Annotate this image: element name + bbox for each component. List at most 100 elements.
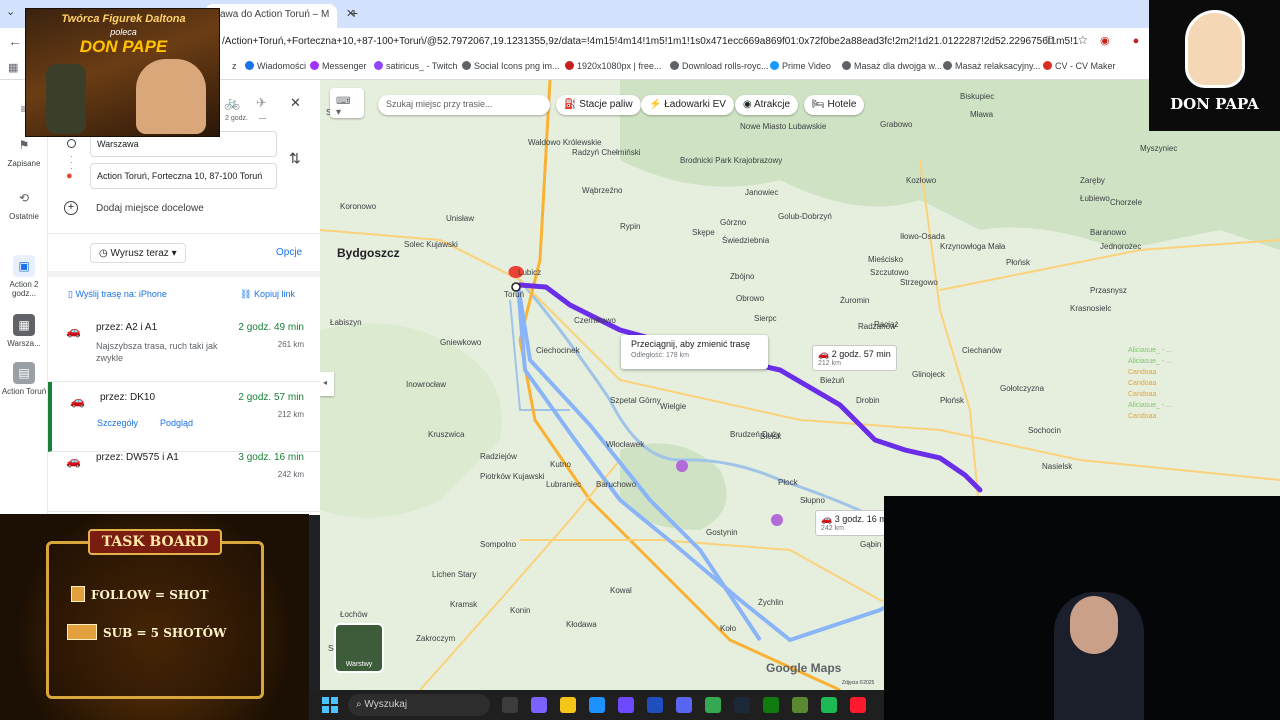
new-tab-button[interactable]: + [350,5,358,21]
bookmark-item[interactable]: Masaż relaksacyjny... [943,61,1040,71]
bookmark-item[interactable]: z [220,61,237,71]
depart-time-dropdown[interactable]: ◷ Wyrusz teraz ▾ [90,243,186,263]
send-to-phone-button[interactable]: ▯ Wyślij trasę na: iPhone [68,289,167,300]
rail-item-recent[interactable]: ⟲ Ostatnie [0,187,48,221]
back-icon[interactable]: ← [8,33,22,49]
town-label: Solec Kujawski [404,240,458,249]
ev-charger-icon: ⚡ [649,99,662,110]
chip-ev-chargers[interactable]: ⚡ Ładowarki EV [641,95,734,115]
town-label: Kozłowo [906,176,937,185]
minecraft-icon[interactable] [792,697,808,713]
don-papa-logo: DON PAPA [1149,0,1280,131]
apps-grid-icon[interactable]: ▦ [8,61,18,74]
windows-start-icon[interactable] [322,697,338,713]
town-label: Lubicz [518,268,542,277]
bookmark-label: Messenger [322,61,367,71]
banner-subtitle: poleca [110,27,137,37]
copy-link-button[interactable]: ⛓ Kopiuj link [240,289,295,300]
route-option[interactable]: 🚗 przez: DW575 i A1 3 godz. 16 min 242 k… [48,442,320,512]
town-label: Sompolno [480,540,517,549]
search-icon: ⌕ [356,699,362,710]
collapse-panel-icon[interactable]: ◂ [320,372,334,396]
town-label: Sierpc [754,314,777,323]
route-label-dk10[interactable]: 🚗 2 godz. 57 min 212 km [812,345,897,371]
options-button[interactable]: Opcje [276,247,302,258]
active-tab[interactable]: zawa do Action Toruń – M [205,4,337,28]
keyboard-icon[interactable]: ⌨ ▾ [330,88,364,118]
banner-title: Twórca Figurek Daltona [61,13,186,25]
chat-line: Candoaa [1128,369,1157,376]
chrome-icon[interactable] [705,697,721,713]
extension-icon[interactable]: ◉ ● [1100,34,1149,47]
hotel-icon: 🛏 [812,99,825,110]
map-copyright: Zdjęcia ©2025 [842,680,875,686]
bookmark-item[interactable]: Masaż dla dwojga w... [842,61,942,71]
copilot-icon[interactable] [531,697,547,713]
folder-icon[interactable] [560,697,576,713]
proton-vpn-icon[interactable] [618,697,634,713]
route-preview-button[interactable]: Podgląd [160,418,193,428]
close-icon[interactable]: ✕ [290,95,301,111]
bookmark-item[interactable]: Wiadomości [245,61,306,71]
town-label: Zbójno [730,272,755,281]
bookmark-item[interactable]: Download rolls-royc... [670,61,769,71]
tab-search-icon[interactable]: ⌄ [6,5,15,18]
city-label: Bydgoszcz [337,246,400,260]
store-icon[interactable] [589,697,605,713]
bookmark-favicon-icon [842,61,851,70]
chip-gas-stations[interactable]: ⛽ Stacje paliw [556,95,641,115]
rail-item-saved[interactable]: ⚑ Zapisane [0,134,48,168]
bookmark-item[interactable]: satiricus_ - Twitch [374,61,457,71]
town-label: Włocławek [606,440,645,449]
bookmark-item[interactable]: Social Icons png im... [462,61,560,71]
town-label: Mieścisko [868,255,904,264]
bookmark-item[interactable]: 1920x1080px | free... [565,61,661,71]
town-label: Szczutowo [870,268,909,277]
search-label: Wyszukaj [364,699,408,710]
rail-item-warszawa[interactable]: ▦ Warsza... [0,314,48,348]
attraction-icon: ◉ [743,99,752,110]
taskbar-search[interactable]: ⌕ Wyszukaj [348,694,490,716]
town-label: Radzanów [858,322,896,331]
chip-hotels[interactable]: 🛏 Hotele [804,95,865,115]
address-bar[interactable]: /Action+Toruń,+Forteczna+10,+87-100+Toru… [222,33,1078,53]
discord-icon[interactable] [676,697,692,713]
layers-button[interactable]: Warstwy [334,623,384,673]
bookmark-item[interactable]: Prime Video [770,61,831,71]
rail-item-action-route[interactable]: ▣ Action 2 godz... [0,255,48,298]
drag-route-tooltip: Przeciągnij, aby zmienić trasę Odległość… [621,335,768,369]
chip-attractions[interactable]: ◉ Atrakcje [735,95,799,115]
route-label-distance: 242 km [821,525,844,532]
origin-dot-icon [67,139,76,148]
town-label: Kłodawa [566,620,597,629]
bike-mode-icon[interactable]: 🚲 [224,95,240,111]
along-route-search-input[interactable]: Szukaj miejsc przy trasie... [378,95,550,115]
file-explorer-icon[interactable] [502,697,518,713]
route-distance: 261 km [277,340,304,349]
opera-icon[interactable] [850,697,866,713]
town-label: Unisław [446,214,475,223]
destination-input[interactable]: Action Toruń, Forteczna 10, 87-100 Toruń [90,163,277,189]
bookmark-label: Wiadomości [257,61,307,71]
bookmark-star-icon[interactable]: ⧉ ☆ [1046,33,1098,48]
route-details-button[interactable]: Szczegóły [97,418,138,428]
car-icon: 🚗 [66,324,81,338]
swap-icon[interactable]: ⇅ [289,150,301,167]
spotify-icon[interactable] [821,697,837,713]
bookmark-item[interactable]: Messenger [310,61,367,71]
xbox-icon[interactable] [763,697,779,713]
town-label: Płock [778,478,798,487]
route-option[interactable]: 🚗 przez: A2 i A1 Najszybsza trasa, ruch … [48,312,320,382]
town-label: Chorzele [1110,198,1143,207]
add-destination-button[interactable]: Dodaj miejsce docelowe [96,203,204,214]
rail-item-action-torun[interactable]: ▤ Action Toruń [0,362,48,396]
rail-label: Action Toruń [1,387,47,396]
bookmark-item[interactable]: CV - CV Maker [1043,61,1116,71]
town-label: Górzno [720,218,747,227]
plane-mode-icon[interactable]: ✈ [256,95,267,111]
steam-icon[interactable] [734,697,750,713]
l-app-icon[interactable] [647,697,663,713]
add-stop-icon[interactable]: + [64,201,78,215]
chat-line: Candoaa [1128,413,1157,420]
town-label: Wałdowo Królewskie [528,138,602,147]
